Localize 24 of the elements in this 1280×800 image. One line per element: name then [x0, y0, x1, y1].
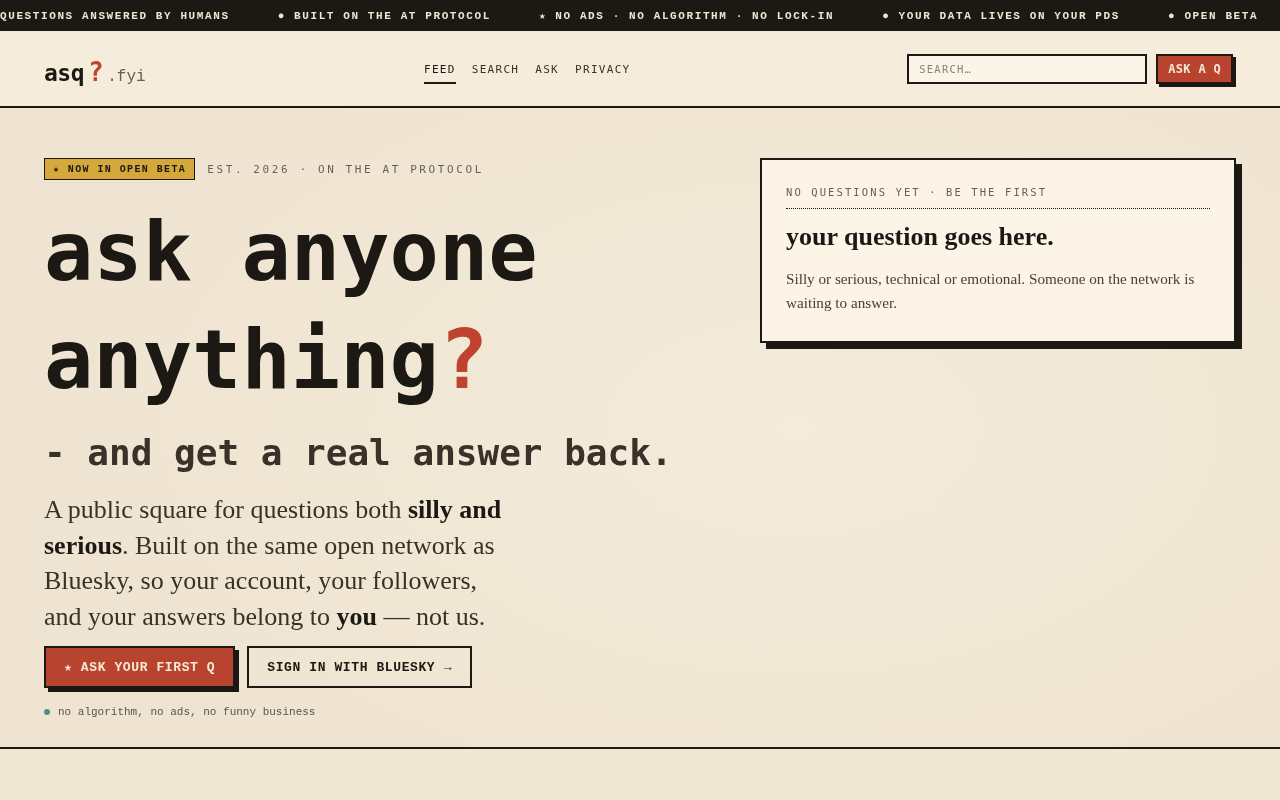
nav-link[interactable]: PRIVACY [575, 57, 631, 84]
sign-in-button[interactable]: SIGN IN WITH BLUESKY → [247, 646, 473, 688]
nav-link[interactable]: ASK [535, 57, 560, 84]
card-title: your question goes here. [786, 221, 1055, 253]
ticker-text: ● YOUR DATA LIVES ON YOUR PDS [882, 9, 1120, 22]
ticker-text: QUESTIONS ANSWERED BY HUMANS [0, 9, 230, 22]
intro-paragraph: A public square for questions both silly and serious. Built on the same open network as Bluesky, so your account, your followers, and your answers belong to you — not us. [44, 494, 503, 633]
meta-text: EST. 2026 · ON THE AT PROTOCOL [207, 162, 484, 176]
ask-button[interactable]: ASK A Q [1156, 53, 1233, 84]
card-body: Silly or serious, technical or emotional. Someone on the network is waiting to answer. [786, 269, 1196, 313]
nav-link[interactable]: SEARCH [471, 57, 520, 84]
beta-badge: ★ NOW IN OPEN BETA [44, 158, 196, 180]
card-eyebrow: NO QUESTIONS YET · BE THE FIRST [786, 186, 1049, 198]
logo-wordmark[interactable]: asq? [44, 56, 104, 87]
ticker-text: ★ NO ADS · NO ALGORITHM · NO LOCK-IN [538, 9, 835, 22]
nav-link[interactable]: FEED [424, 57, 456, 84]
logo-domain[interactable]: .fyi [107, 67, 146, 86]
status-dot-icon [44, 709, 50, 715]
ticker-text: ● OPEN BETA [1168, 9, 1259, 22]
search-field[interactable]: SEARCH… [907, 53, 1148, 84]
note-text: no algorithm, no ads, no funny business [58, 706, 316, 718]
ticker-text: ● BUILT ON THE AT PROTOCOL [277, 9, 491, 22]
headline: ask anyone anything? [44, 203, 539, 409]
subtitle: - and get a real answer back. [44, 431, 674, 475]
